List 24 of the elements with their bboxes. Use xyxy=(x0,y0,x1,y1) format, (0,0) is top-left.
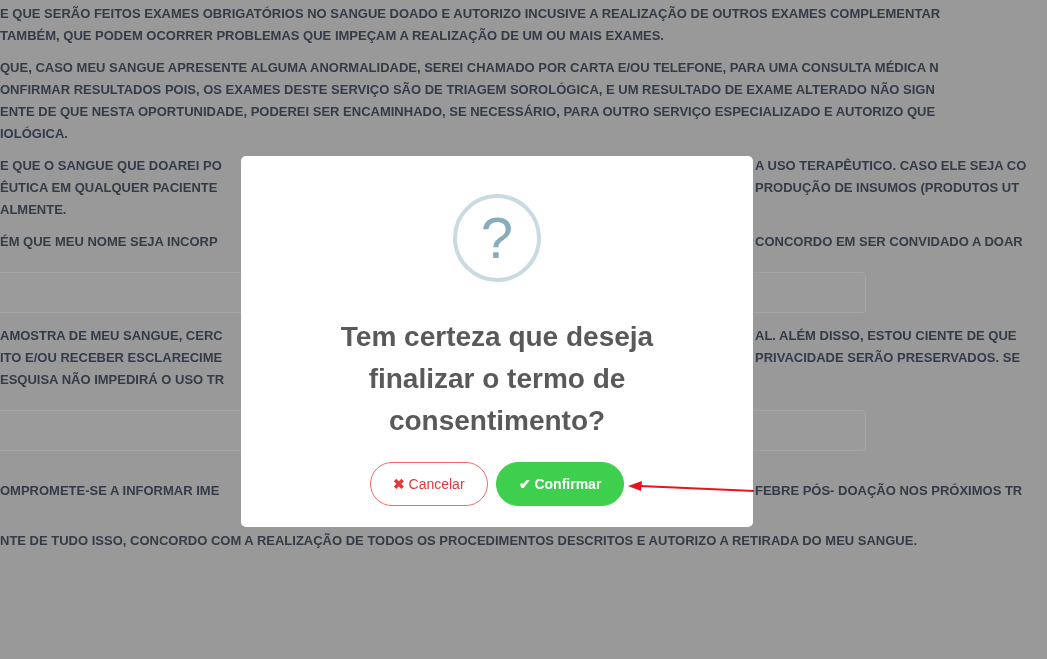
consent-text: ITO E/OU RECEBER ESCLARECIME xyxy=(0,349,223,367)
consent-text: ÉM QUE MEU NOME SEJA INCORP xyxy=(0,233,218,251)
consent-text: ALMENTE. xyxy=(0,201,67,219)
consent-text: E QUE SERÃO FEITOS EXAMES OBRIGATÓRIOS NO SANGUE DOADO E AUTORIZO INCUSIVE A REALIZAÇÃO DE OUTROS EXAMES COMPLEMENTAR xyxy=(0,5,941,23)
consent-text: ESQUISA NÃO IMPEDIRÁ O USO TR xyxy=(0,371,225,389)
consent-text: PRIVACIDADE SERÃO PRESERVADOS. SE xyxy=(754,349,1022,367)
dialog-title: Tem certeza que deseja finalizar o termo de consentimento? xyxy=(339,320,655,438)
cancel-button[interactable]: ✖ Cancelar xyxy=(369,462,488,506)
consent-text: A USO TERAPÊUTICO. CASO ELE SEJA CO xyxy=(754,157,1028,175)
question-icon: ? xyxy=(453,194,541,282)
consent-text: ÊUTICA EM QUALQUER PACIENTE xyxy=(0,179,218,197)
consent-text: FEBRE PÓS- DOAÇÃO NOS PRÓXIMOS TR xyxy=(754,482,1024,500)
consent-text: OMPROMETE-SE A INFORMAR IME xyxy=(0,482,220,500)
consent-text: NTE DE TUDO ISSO, CONCORDO COM A REALIZAÇÃO DE TODOS OS PROCEDIMENTOS DESCRITOS E AUTORIZO A RETIRADA DO MEU SANGUE. xyxy=(0,532,918,550)
consent-text: AL. ALÉM DISSO, ESTOU CIENTE DE QUE xyxy=(754,327,1018,345)
consent-text: E QUE O SANGUE QUE DOAREI PO xyxy=(0,157,222,175)
consent-text: IOLÓGICA. xyxy=(0,125,68,143)
consent-text: ENTE DE QUE NESTA OPORTUNIDADE, PODEREI SER ENCAMINHADO, SE NECESSÁRIO, PARA OUTRO SERVIÇO ESPECIALIZADO E AUTORIZO QUE xyxy=(0,103,936,121)
consent-text: ONFIRMAR RESULTADOS POIS, OS EXAMES DESTE SERVIÇO SÃO DE TRIAGEM SOROLÓGICA, E UM RESULTADO DE EXAME ALTERADO NÃO SIGN xyxy=(0,81,935,99)
consent-text: QUE, CASO MEU SANGUE APRESENTE ALGUMA ANORMALIDADE, SEREI CHAMADO POR CARTA E/OU TELEFONE, PARA UMA CONSULTA MÉDICA N xyxy=(0,59,939,77)
consent-text: CONCORDO EM SER CONVIDADO A DOAR xyxy=(754,233,1024,251)
consent-text: AMOSTRA DE MEU SANGUE, CERC xyxy=(0,327,223,345)
consent-text: TAMBÉM, QUE PODEM OCORRER PROBLEMAS QUE IMPEÇAM A REALIZAÇÃO DE UM OU MAIS EXAMES. xyxy=(0,27,664,45)
consent-text: PRODUÇÃO DE INSUMOS (PRODUTOS UT xyxy=(754,179,1021,197)
